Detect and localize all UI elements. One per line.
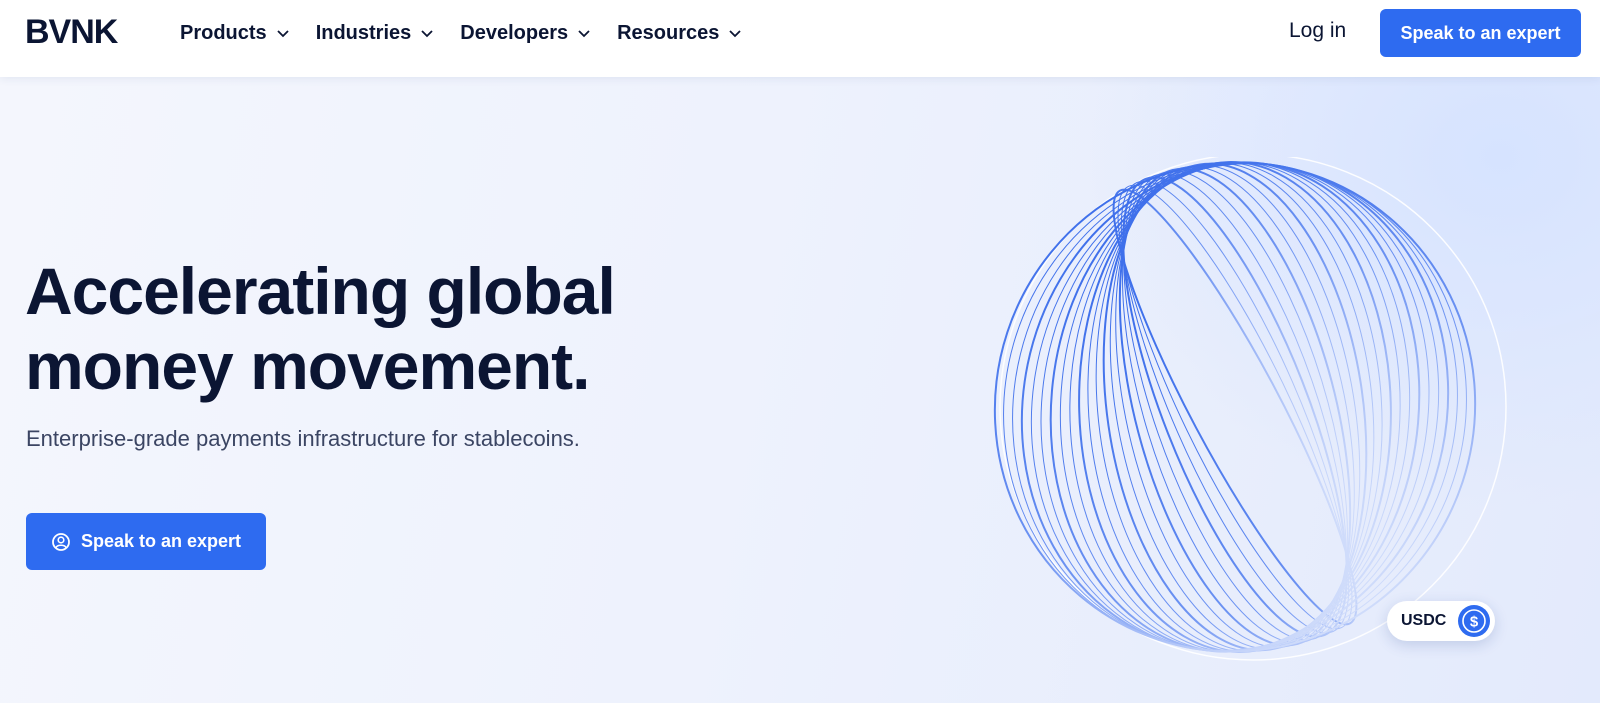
usdc-badge: USDC $ xyxy=(1387,601,1495,641)
menu-developers[interactable]: Developers xyxy=(460,20,591,46)
globe-meridian-line xyxy=(1020,162,1450,652)
hero-headline: Accelerating global money movement. xyxy=(25,254,616,403)
globe-meridian-line xyxy=(1112,188,1358,626)
hero-subhead: Enterprise-grade payments infrastructure… xyxy=(26,426,580,451)
login-link[interactable]: Log in xyxy=(1289,19,1346,43)
hero-section: Accelerating global money movement. Ente… xyxy=(0,77,1600,703)
globe-illustration xyxy=(993,157,1507,661)
globe-meridian-line xyxy=(1012,162,1458,652)
menu-products-label: Products xyxy=(180,21,267,44)
usdc-coin-icon: $ xyxy=(1458,605,1490,637)
usdc-label: USDC xyxy=(1401,612,1447,629)
svg-text:$: $ xyxy=(1470,614,1479,631)
chevron-down-icon xyxy=(729,30,742,38)
main-menu: Products Industries Developers Resources xyxy=(180,20,768,46)
menu-resources-label: Resources xyxy=(617,21,720,44)
menu-resources[interactable]: Resources xyxy=(617,20,742,46)
menu-industries[interactable]: Industries xyxy=(316,20,435,46)
globe-meridian-line xyxy=(1003,162,1467,652)
speak-to-expert-nav-button[interactable]: Speak to an expert xyxy=(1380,9,1581,57)
speak-to-expert-hero-button[interactable]: Speak to an expert xyxy=(26,513,266,570)
menu-products[interactable]: Products xyxy=(180,20,290,46)
chevron-down-icon xyxy=(421,30,433,38)
chevron-down-icon xyxy=(277,30,289,38)
chevron-down-icon xyxy=(578,30,590,38)
top-navigation: BVNK Products Industries Developers Reso… xyxy=(0,0,1600,77)
menu-industries-label: Industries xyxy=(315,21,412,44)
menu-developers-label: Developers xyxy=(460,21,569,44)
user-circle-icon xyxy=(52,532,70,551)
bvnk-logo[interactable]: BVNK xyxy=(25,14,118,50)
hero-cta-label: Speak to an expert xyxy=(80,531,242,551)
